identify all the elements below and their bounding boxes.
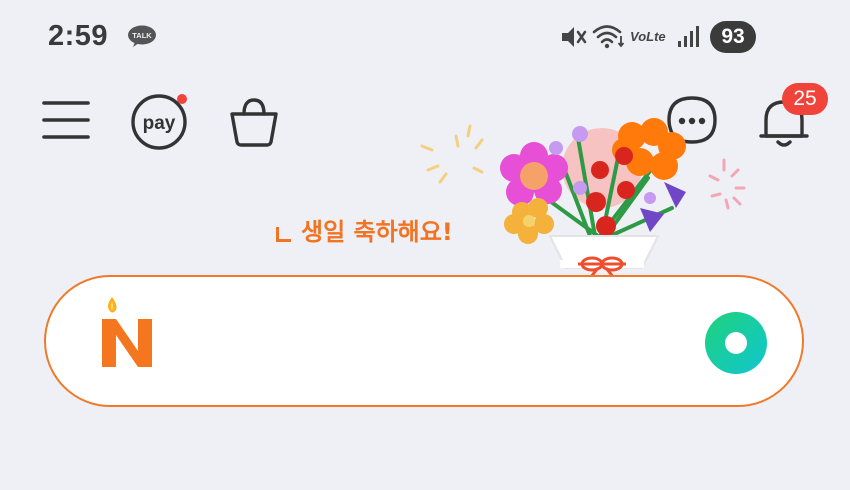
quote-mark-icon xyxy=(276,227,291,242)
hamburger-menu-icon[interactable] xyxy=(42,98,90,142)
search-input[interactable] xyxy=(176,317,700,369)
naver-n-logo-icon[interactable] xyxy=(98,295,158,373)
notification-count-badge: 25 xyxy=(782,83,828,115)
battery-indicator: 93 xyxy=(710,21,756,53)
right-sparkle xyxy=(708,158,746,210)
pay-notification-dot xyxy=(177,94,187,104)
volte-label: VoLte xyxy=(630,29,666,44)
pay-button[interactable]: pay xyxy=(130,92,190,152)
search-bar[interactable] xyxy=(44,275,804,407)
kakaotalk-notification-icon: TALK xyxy=(128,25,156,47)
green-dot-search-icon[interactable] xyxy=(704,311,768,375)
mute-icon xyxy=(562,27,587,47)
talk-badge-text: TALK xyxy=(132,31,152,40)
greeting-text: 생일 축하해요! xyxy=(301,218,453,246)
pay-label: pay xyxy=(143,113,176,134)
left-sparkle xyxy=(420,124,484,184)
birthday-greeting: 생일 축하해요! xyxy=(276,212,453,247)
wifi-icon xyxy=(592,25,625,49)
home-screen: 2:59 TALK VoLte 93 pay 25 생일 축하해요! xyxy=(0,0,850,490)
status-time: 2:59 xyxy=(48,20,109,52)
shopping-bag-icon[interactable] xyxy=(226,94,282,150)
birthday-bouquet-illustration xyxy=(420,118,746,278)
signal-icon xyxy=(678,26,699,47)
